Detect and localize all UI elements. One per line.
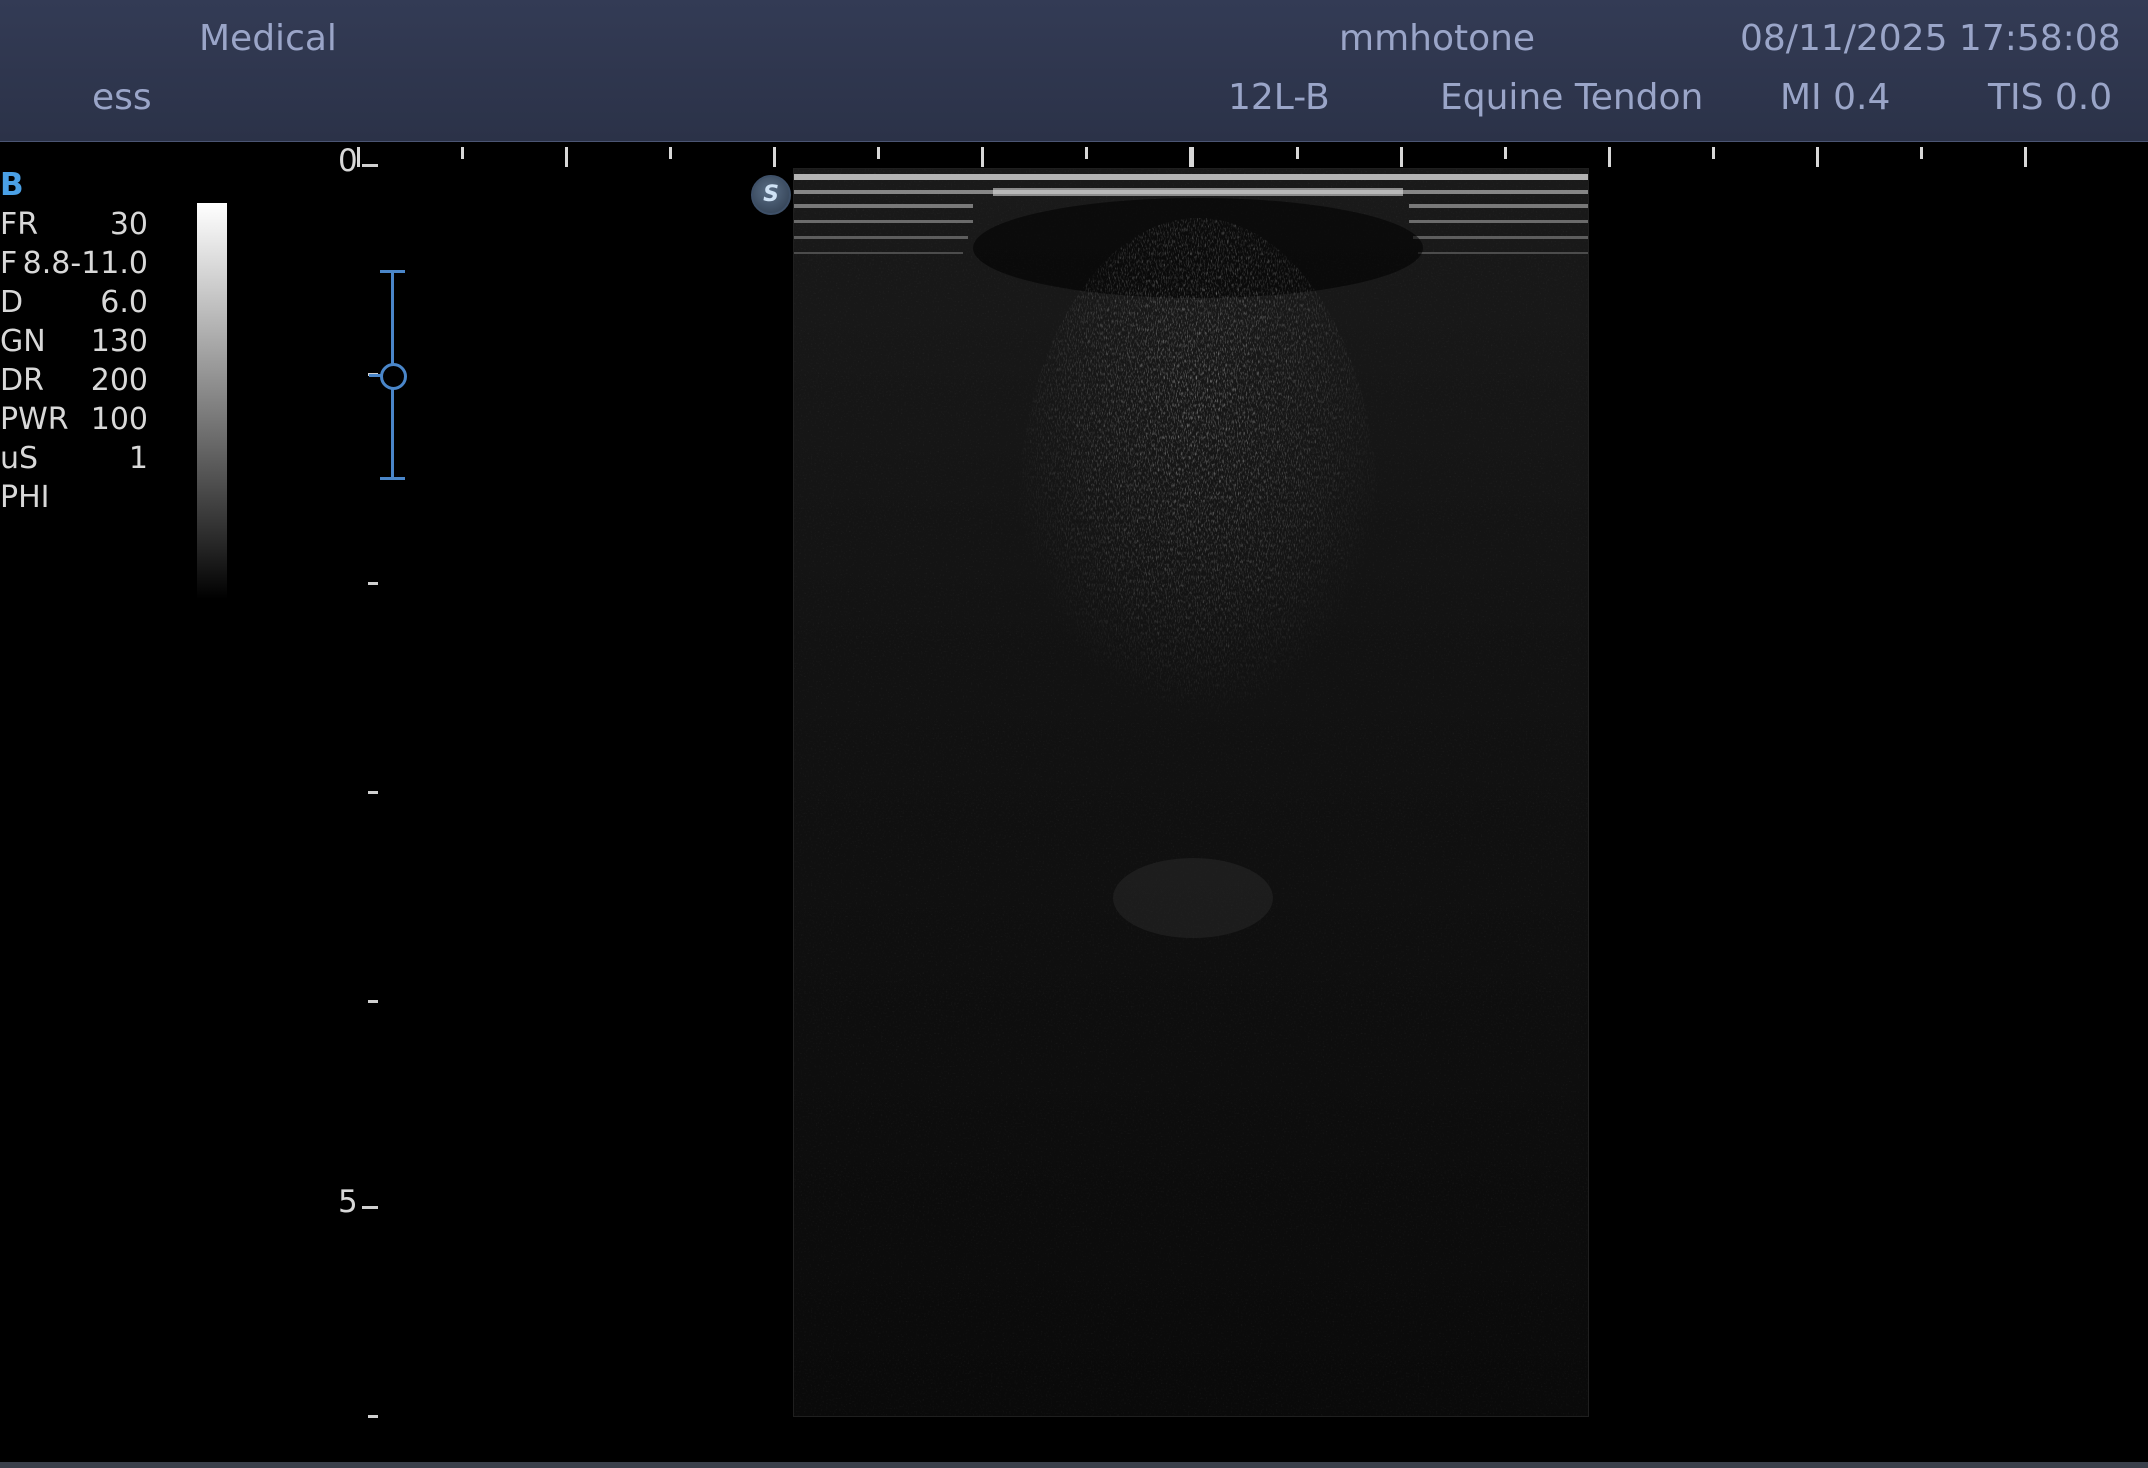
param-key: D: [0, 285, 24, 320]
thermal-index: TIS 0.0: [1988, 77, 2113, 118]
ruler-tick: [1504, 147, 1507, 159]
param-row-frequency: F 8.8-11.0: [0, 244, 148, 283]
param-value: 30: [109, 207, 148, 242]
param-key: FR: [0, 207, 39, 242]
param-row-phi: PHI: [0, 478, 148, 517]
ruler-tick: [877, 147, 880, 159]
mechanical-index: MI 0.4: [1780, 77, 1891, 118]
param-row-dynamic-range: DR 200: [0, 361, 148, 400]
ultrasound-scan-render: [793, 168, 1589, 1417]
institution-name: Medical: [199, 18, 337, 59]
probe-model: 12L-B: [1228, 77, 1330, 118]
depth-tick: [368, 582, 378, 585]
imaging-mode: B: [0, 167, 24, 203]
status-header: Medical ess mmhotone 08/11/2025 17:58:08…: [0, 0, 2148, 142]
operator-name: ess: [92, 77, 152, 118]
param-key: PWR: [0, 402, 69, 437]
ruler-tick: [1816, 147, 1819, 167]
depth-label-5: 5: [338, 1184, 358, 1220]
depth-tick: [362, 1206, 378, 1209]
ruler-tick: [1712, 147, 1715, 159]
param-value: 6.0: [100, 285, 148, 320]
s-circle-icon: S: [751, 175, 791, 215]
param-key: F: [0, 246, 18, 281]
focus-cap-bottom: [380, 477, 405, 480]
ruler-tick: [1085, 147, 1088, 159]
ruler-tick: [773, 147, 776, 167]
param-value: 8.8-11.0: [22, 246, 148, 281]
param-value: 100: [90, 402, 148, 437]
bottom-status-strip: [0, 1462, 2148, 1468]
depth-tick: [368, 791, 378, 794]
grayscale-bar: [197, 203, 227, 599]
depth-tick: [362, 164, 378, 167]
ruler-tick: [2024, 147, 2027, 167]
param-row-depth: D 6.0: [0, 283, 148, 322]
param-value: 130: [90, 324, 148, 359]
date-time: 08/11/2025 17:58:08: [1740, 18, 2121, 59]
param-row-power: PWR 100: [0, 400, 148, 439]
brand-name: mmhotone: [1339, 18, 1536, 59]
param-row-fr: FR 30: [0, 205, 148, 244]
depth-tick: [368, 1415, 378, 1418]
param-key: uS: [0, 441, 39, 476]
ruler-tick: [1608, 147, 1611, 167]
param-row-gain: GN 130: [0, 322, 148, 361]
ruler-tick: [1296, 147, 1299, 159]
ruler-tick: [1400, 147, 1403, 167]
ultrasound-image: [793, 168, 1589, 1417]
param-value: 200: [90, 363, 148, 398]
focus-handle[interactable]: [380, 363, 407, 390]
ruler-tick: [461, 147, 464, 159]
depth-tick: [368, 1000, 378, 1003]
param-value: 1: [128, 441, 148, 476]
depth-label-0: 0: [338, 143, 358, 179]
ruler-tick: [669, 147, 672, 159]
ruler-tick: [565, 147, 568, 167]
param-key: GN: [0, 324, 46, 359]
param-key: DR: [0, 363, 44, 398]
exam-preset: Equine Tendon: [1440, 77, 1704, 118]
param-key: PHI: [0, 480, 50, 515]
ruler-tick: [981, 147, 984, 167]
param-row-us: uS 1: [0, 439, 148, 478]
ruler-tick: [1189, 147, 1194, 167]
ruler-tick: [1920, 147, 1923, 159]
